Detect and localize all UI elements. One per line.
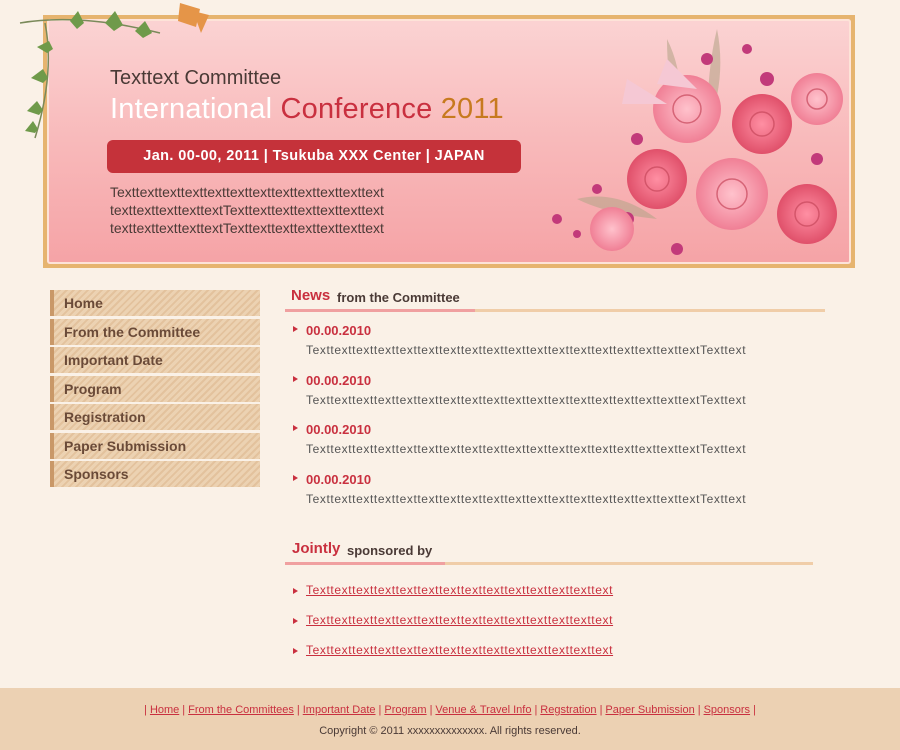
banner-description-line: Texttexttexttexttexttexttexttexttexttext… xyxy=(110,184,384,200)
news-text: Texttexttexttexttexttexttexttexttexttext… xyxy=(306,343,747,357)
footer-link-home[interactable]: Home xyxy=(150,704,179,716)
footer-link-venue-travel[interactable]: Venue & Travel Info xyxy=(435,704,531,716)
sponsors-section-heading: Jointly sponsored by xyxy=(285,538,813,565)
heading-underline-accent xyxy=(285,309,475,312)
sidebar-item-program[interactable]: Program xyxy=(50,375,260,402)
sponsor-link[interactable]: Texttexttexttexttexttexttexttexttexttext… xyxy=(306,583,613,597)
bullet-arrow-icon xyxy=(293,375,298,382)
sidebar-nav: Home From the Committee Important Date P… xyxy=(50,290,260,490)
flower-bouquet-image xyxy=(552,29,843,255)
heading-underline-accent xyxy=(285,562,445,565)
news-date: 00.00.2010 xyxy=(306,372,372,388)
banner-description-line: texttexttexttexttextTexttexttexttexttext… xyxy=(110,202,384,218)
news-text: Texttexttexttexttexttexttexttexttexttext… xyxy=(306,491,747,506)
footer-nav: | Home | From the Committees | Important Date… xyxy=(144,704,756,716)
news-date: 00.00.2010 xyxy=(306,323,372,338)
conference-title: International Conference 2011 xyxy=(110,93,504,126)
banner-background: Texttext Committee International Confere… xyxy=(47,19,851,264)
sponsors-list: Texttexttexttexttexttexttexttexttexttext… xyxy=(285,583,815,673)
banner-description: Texttexttexttexttexttexttexttexttexttext… xyxy=(110,183,490,237)
bullet-arrow-icon xyxy=(293,425,298,431)
news-text: Texttexttexttexttexttexttexttexttexttext… xyxy=(306,392,747,407)
list-item: Texttexttexttexttexttexttexttexttexttext… xyxy=(285,583,815,613)
bullet-arrow-icon xyxy=(293,618,298,624)
sponsor-link[interactable]: Texttexttexttexttexttexttexttexttexttext… xyxy=(306,613,613,627)
bullet-arrow-icon xyxy=(293,474,298,481)
sidebar-item-from-the-committee[interactable]: From the Committee xyxy=(50,318,260,345)
sidebar-item-important-date[interactable]: Important Date xyxy=(50,347,260,373)
footer-link-program[interactable]: Program xyxy=(384,704,426,716)
list-item: Texttexttexttexttexttexttexttexttexttext… xyxy=(285,613,815,643)
copyright-text: Copyright © 2011 xxxxxxxxxxxxxx. All rig… xyxy=(319,725,581,737)
sidebar-item-paper-submission[interactable]: Paper Submission xyxy=(50,432,260,459)
footer-link-important-date[interactable]: Important Date xyxy=(303,704,376,716)
news-list: 00.00.2010 Texttexttexttexttexttexttextt… xyxy=(285,320,825,518)
sponsors-heading-rest: sponsored by xyxy=(347,543,433,558)
bullet-arrow-icon xyxy=(293,326,298,332)
bullet-arrow-icon xyxy=(293,648,298,654)
header-banner: Texttext Committee International Confere… xyxy=(43,15,855,268)
banner-description-line: texttexttexttexttextTexttexttexttexttext… xyxy=(110,220,384,236)
news-text: Texttexttexttexttexttexttexttexttexttext… xyxy=(306,442,747,456)
title-international: International xyxy=(110,93,273,125)
news-date: 00.00.2010 xyxy=(306,422,372,437)
news-section-heading: News from the Committee xyxy=(285,285,825,312)
footer-link-from-the-committees[interactable]: From the Committees xyxy=(188,704,294,716)
sidebar-item-sponsors[interactable]: Sponsors xyxy=(50,461,260,487)
title-year: 2011 xyxy=(440,93,504,125)
title-conference: Conference xyxy=(280,93,433,125)
news-heading-rest: from the Committee xyxy=(337,290,460,305)
news-date: 00.00.2010 xyxy=(306,471,372,487)
news-item: 00.00.2010 Texttexttexttexttexttexttextt… xyxy=(285,320,825,370)
bullet-arrow-icon xyxy=(293,588,298,594)
sponsor-link[interactable]: Texttexttexttexttexttexttexttexttexttext… xyxy=(306,643,613,657)
list-item: Texttexttexttexttexttexttexttexttexttext… xyxy=(285,643,815,673)
footer-link-sponsors[interactable]: Sponsors xyxy=(704,704,750,716)
news-item: 00.00.2010 Texttexttexttexttexttexttextt… xyxy=(285,469,825,519)
committee-subtitle: Texttext Committee xyxy=(110,67,282,89)
sidebar-item-registration[interactable]: Registration xyxy=(50,404,260,430)
news-heading-accent: News xyxy=(291,287,331,304)
footer-link-registration[interactable]: Regstration xyxy=(540,704,596,716)
date-location-badge: Jan. 00-00, 2011 | Tsukuba XXX Center | … xyxy=(107,140,521,173)
news-item: 00.00.2010 Texttexttexttexttexttexttextt… xyxy=(285,419,825,469)
page-footer: | Home | From the Committees | Important Date… xyxy=(0,688,900,750)
news-item: 00.00.2010 Texttexttexttexttexttexttextt… xyxy=(285,370,825,420)
sidebar-item-home[interactable]: Home xyxy=(50,290,260,316)
footer-link-paper-submission[interactable]: Paper Submission xyxy=(605,704,694,716)
sponsors-heading-accent: Jointly xyxy=(292,540,341,557)
